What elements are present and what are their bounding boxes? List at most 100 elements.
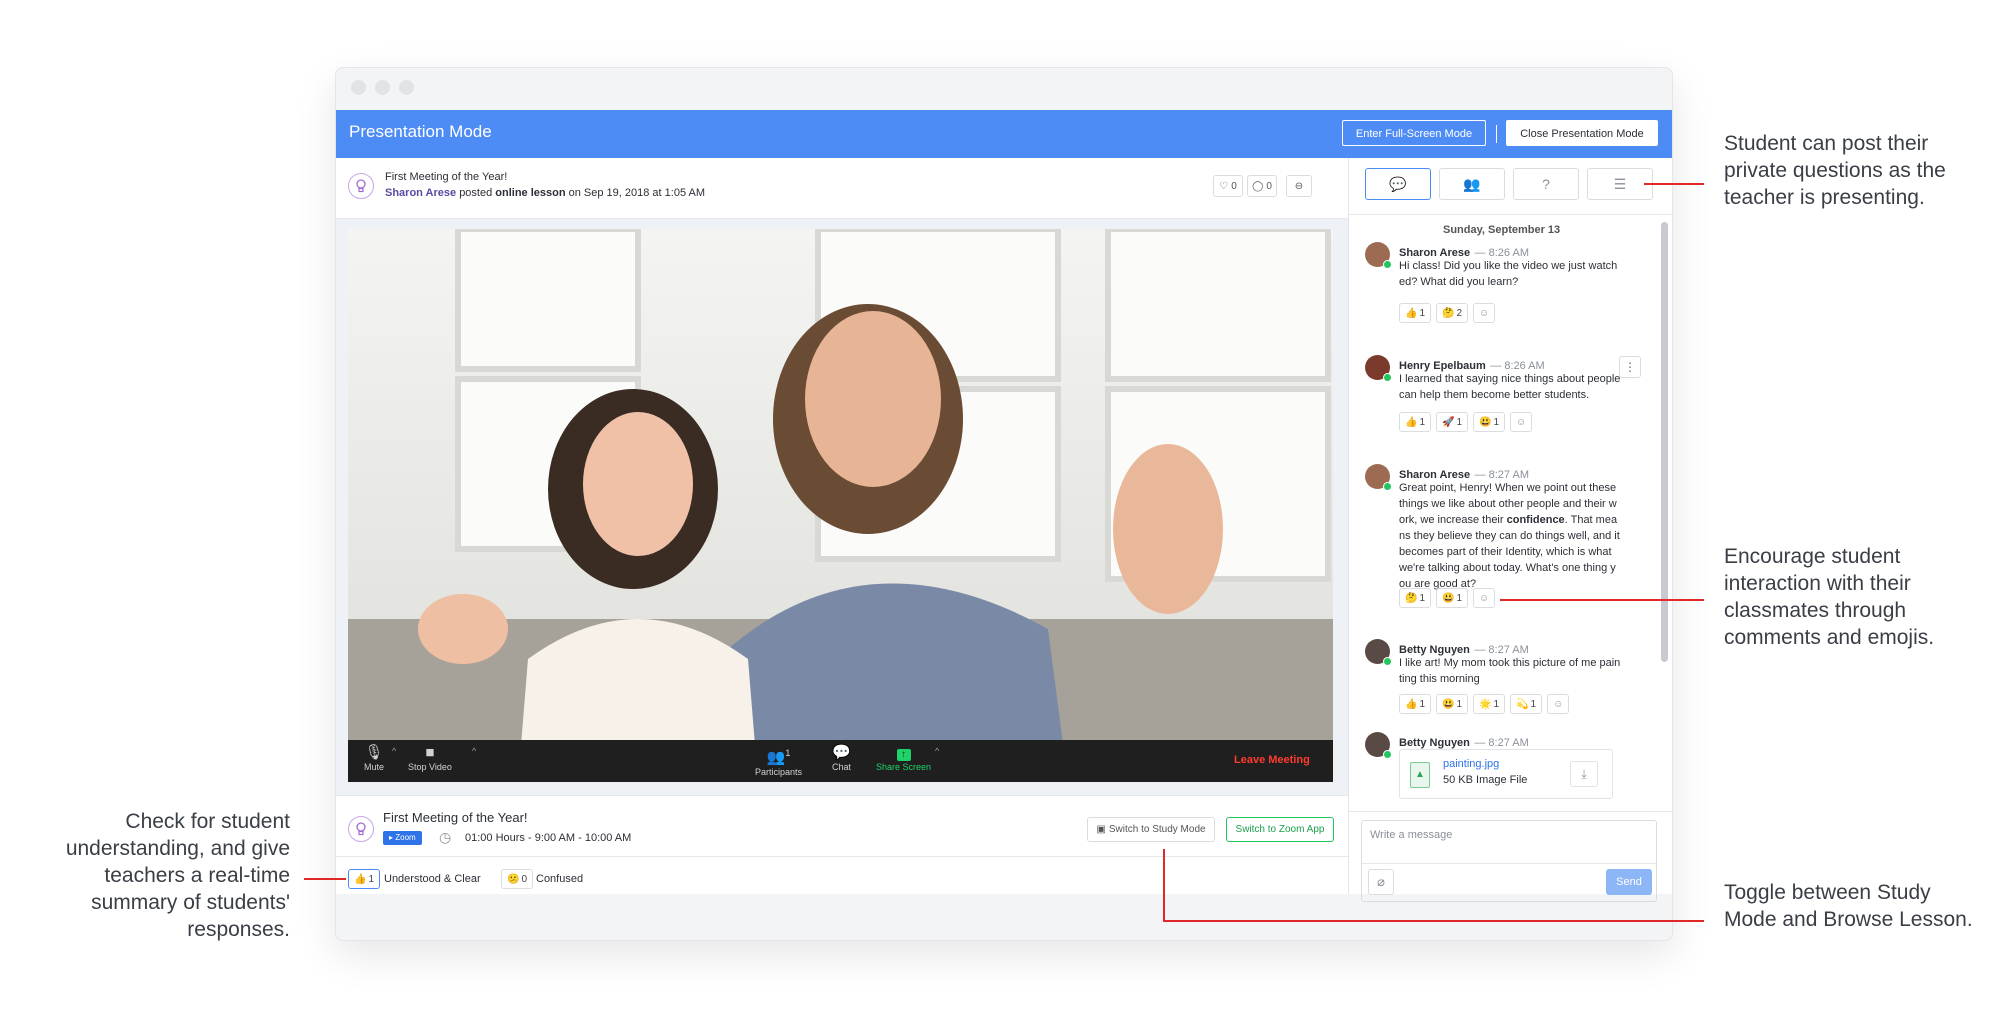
close-presentation-button[interactable]: Close Presentation Mode (1506, 120, 1658, 146)
add-reaction-icon[interactable]: ☺ (1547, 694, 1570, 714)
confused-icon: 😕 (507, 873, 520, 885)
zoom-video: 🎙 Mute ^ ■ Stop Video ^ 👥1 Participants (348, 229, 1333, 782)
link-button[interactable]: ⊖ (1286, 175, 1312, 197)
like-button[interactable]: ♡ 0 (1213, 175, 1243, 197)
zoom-app-button[interactable]: Switch to Zoom App (1226, 817, 1334, 842)
stop-video-button[interactable]: ■ Stop Video (408, 744, 452, 772)
participants-icon: 👥1 (766, 748, 791, 766)
message-text: Great point, Henry! When we point out th… (1399, 480, 1621, 592)
tab-participants[interactable]: 👥 (1439, 168, 1505, 200)
thumbs-up-icon: 👍 (354, 873, 367, 885)
reaction-chip[interactable]: 💫 1 (1510, 694, 1543, 714)
online-indicator (1383, 260, 1392, 269)
chevron-up-icon[interactable]: ^ (392, 746, 396, 756)
response-count: 0 (521, 873, 528, 885)
reaction-count: 1 (1456, 416, 1463, 428)
post-verb: posted (459, 187, 493, 199)
reaction-chip[interactable]: 👍 1 (1399, 694, 1432, 714)
response-confused-count[interactable]: 😕 0 (501, 869, 534, 889)
message-input[interactable]: Write a message (1370, 829, 1452, 841)
online-indicator (1383, 657, 1392, 666)
message-author: Betty Nguyen (1399, 737, 1470, 749)
reaction-chip[interactable]: 🌟 1 (1473, 694, 1506, 714)
message-text-bold: confidence (1506, 514, 1565, 526)
attach-icon[interactable]: ⌀ (1368, 869, 1394, 895)
reaction-emoji: 🌟 (1479, 698, 1492, 710)
divider (1362, 863, 1656, 864)
mute-label: Mute (364, 762, 385, 772)
annotation-line (1163, 849, 1165, 921)
post-author[interactable]: Sharon Arese (385, 187, 456, 199)
reaction-chip[interactable]: 😃 1 (1436, 588, 1469, 608)
stop-video-label: Stop Video (408, 762, 452, 772)
post-type: online lesson (495, 187, 566, 199)
reaction-chip[interactable]: 🤔 1 (1399, 588, 1432, 608)
leave-meeting-button[interactable]: Leave Meeting (1234, 754, 1310, 766)
window-dot (351, 80, 366, 95)
lightbulb-icon (348, 173, 374, 199)
participants-label: Participants (755, 767, 803, 777)
share-screen-button[interactable]: ↑ Share Screen (876, 744, 931, 772)
mute-button[interactable]: 🎙 Mute (364, 744, 384, 772)
annotation-line (304, 878, 346, 880)
share-screen-label: Share Screen (876, 762, 932, 772)
file-attachment[interactable]: ▲ painting.jpg 50 KB Image File ⤓ (1399, 749, 1613, 799)
chat-date-header: Sunday, September 13 (1443, 224, 1561, 236)
lesson-pane: First Meeting of the Year! Sharon Arese … (336, 158, 1348, 894)
chevron-up-icon[interactable]: ^ (472, 746, 476, 756)
reaction-chip[interactable]: 😃 1 (1436, 694, 1469, 714)
chat-sidebar: 💬 👥 ? ☰ Sunday, September 13 Sharon Ares… (1348, 158, 1672, 902)
chat-button[interactable]: 💬 Chat (832, 744, 851, 772)
study-mode-button[interactable]: ▣ Switch to Study Mode (1087, 817, 1215, 842)
reaction-chip[interactable]: 👍 1 (1399, 303, 1432, 323)
zoom-badge: ▸ Zoom (383, 831, 422, 845)
reaction-count: 1 (1530, 698, 1537, 710)
post-title: First Meeting of the Year! (385, 171, 508, 183)
window-dot (399, 80, 414, 95)
chevron-up-icon[interactable]: ^ (935, 746, 939, 756)
participants-button[interactable]: 👥1 Participants (755, 744, 802, 777)
more-icon[interactable]: ⋮ (1619, 356, 1641, 378)
response-confused-label: Confused (536, 873, 584, 885)
like-count: 0 (1231, 180, 1237, 192)
online-indicator (1383, 750, 1392, 759)
reaction-count: 1 (1456, 592, 1463, 604)
reaction-emoji: 😃 (1479, 416, 1492, 428)
response-understood-count[interactable]: 👍 1 (348, 869, 381, 889)
share-screen-icon: ↑ (876, 744, 931, 762)
add-reaction-icon[interactable]: ☺ (1473, 588, 1496, 608)
response-understood-label: Understood & Clear (384, 873, 481, 885)
post-date: on Sep 19, 2018 at 1:05 AM (568, 187, 706, 199)
add-reaction-icon[interactable]: ☺ (1510, 412, 1533, 432)
reaction-chip[interactable]: 😃 1 (1473, 412, 1506, 432)
annotation-line (1644, 183, 1704, 185)
reaction-count: 1 (1419, 307, 1426, 319)
video-area: 🎙 Mute ^ ■ Stop Video ^ 👥1 Participants (336, 218, 1348, 796)
add-reaction-icon[interactable]: ☺ (1473, 303, 1496, 323)
file-name[interactable]: painting.jpg (1443, 758, 1499, 770)
reaction-emoji: 🚀 (1442, 416, 1455, 428)
reaction-chip[interactable]: 🤔 2 (1436, 303, 1469, 323)
send-button[interactable]: Send (1606, 869, 1652, 895)
tab-help[interactable]: ? (1513, 168, 1579, 200)
reaction-chip[interactable]: 🚀 1 (1436, 412, 1469, 432)
participants-count: 1 (785, 748, 791, 758)
comment-button[interactable]: ◯ 0 (1247, 175, 1277, 197)
chat-label: Chat (832, 762, 852, 772)
fullscreen-button[interactable]: Enter Full-Screen Mode (1342, 120, 1486, 146)
chat-scrollbar[interactable] (1661, 222, 1668, 662)
clock-icon: ◷ (439, 829, 452, 845)
file-size: 50 KB Image File (1443, 774, 1528, 786)
reaction-count: 1 (1419, 592, 1426, 604)
reaction-chip[interactable]: 👍 1 (1399, 412, 1432, 432)
reaction-count: 1 (1493, 416, 1500, 428)
message-composer: Write a message ⌀ Send (1361, 820, 1657, 902)
video-feed-image (348, 229, 1333, 782)
page-title: Presentation Mode (349, 122, 492, 141)
header-divider (1496, 125, 1497, 143)
post-meta: Sharon Arese posted online lesson on Sep… (385, 187, 705, 199)
comment-count: 0 (1266, 180, 1272, 192)
heart-icon: ♡ (1219, 180, 1229, 192)
download-icon[interactable]: ⤓ (1570, 761, 1598, 787)
tab-chat[interactable]: 💬 (1365, 168, 1431, 200)
